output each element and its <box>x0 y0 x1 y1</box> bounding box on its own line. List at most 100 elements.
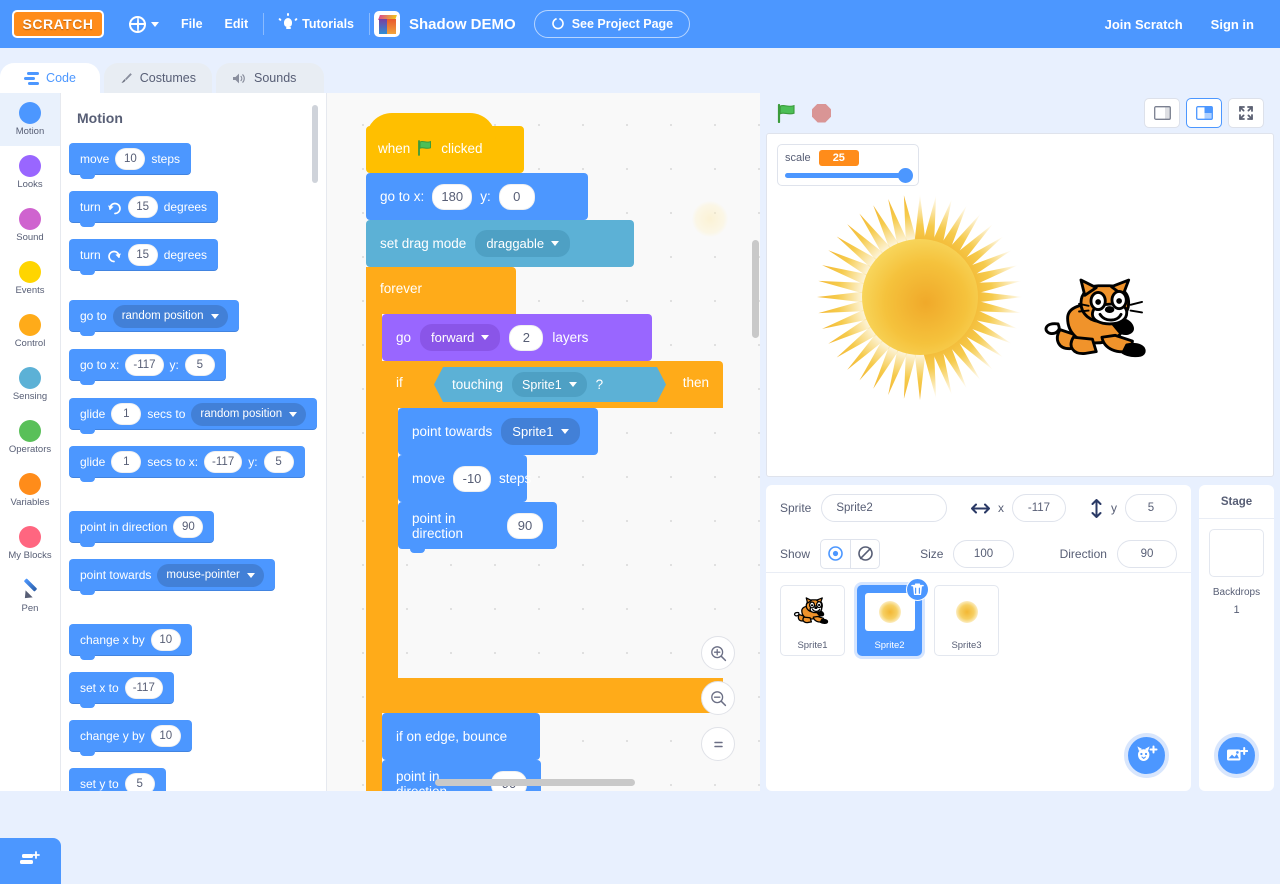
block-if-header[interactable]: if touching Sprite1 ? then <box>382 361 723 408</box>
block-input-x[interactable]: 180 <box>432 183 473 210</box>
workspace-horizontal-scrollbar[interactable] <box>435 779 635 786</box>
language-selector[interactable] <box>118 0 170 48</box>
block-input-y[interactable]: 0 <box>498 183 535 210</box>
palette-block-turn-right[interactable]: turn 15 degrees <box>69 191 219 227</box>
block-dropdown-point-target[interactable]: Sprite1 <box>501 418 580 445</box>
delete-sprite-button[interactable] <box>906 578 929 601</box>
block-point-in-direction-outer[interactable]: point in direction 90 <box>382 760 541 791</box>
tab-sounds[interactable]: Sounds <box>216 63 324 93</box>
block-dropdown-layer-direction[interactable]: forward <box>420 324 501 351</box>
zoom-in-button[interactable] <box>701 636 735 670</box>
block-input-dx[interactable]: 10 <box>150 629 181 651</box>
sprite-size-input[interactable]: 100 <box>953 539 1014 568</box>
block-input-degrees[interactable]: 15 <box>127 244 158 266</box>
palette-block-point-towards[interactable]: point towards mouse-pointer <box>69 559 275 595</box>
menu-file[interactable]: File <box>170 0 214 48</box>
category-events[interactable]: Events <box>0 252 60 305</box>
sprite-card-sprite2[interactable]: Sprite2 <box>857 578 929 656</box>
category-control[interactable]: Control <box>0 305 60 358</box>
block-forever-left-arm[interactable] <box>366 267 382 791</box>
block-input-direction[interactable]: 90 <box>173 516 204 538</box>
block-input-dy[interactable]: 10 <box>150 725 181 747</box>
block-forever-header[interactable]: forever <box>366 267 516 314</box>
sprite-direction-input[interactable]: 90 <box>1116 539 1178 568</box>
palette-block-change-y[interactable]: change y by 10 <box>69 720 192 756</box>
block-input-steps[interactable]: -10 <box>453 465 492 492</box>
stage-backdrop-thumb[interactable] <box>1209 529 1264 577</box>
monitor-slider[interactable] <box>785 168 913 183</box>
tab-costumes[interactable]: Costumes <box>104 63 212 93</box>
block-palette[interactable]: Motion move 10 steps turn 15 degrees tur… <box>61 93 326 791</box>
sprite-card-sprite1[interactable]: Sprite1 <box>780 585 845 656</box>
variable-monitor-scale[interactable]: scale 25 <box>777 144 919 186</box>
block-if-left-arm[interactable] <box>382 361 398 713</box>
block-go-layers[interactable]: go forward 2 layers <box>382 314 652 365</box>
block-point-towards[interactable]: point towards Sprite1 <box>398 408 598 459</box>
scratch-logo[interactable]: SCRATCH <box>12 10 104 38</box>
palette-block-point-in-direction[interactable]: point in direction 90 <box>69 511 215 547</box>
block-go-to-xy[interactable]: go to x: 180 y: 0 <box>366 173 588 224</box>
sprite-y-input[interactable]: 5 <box>1125 494 1177 523</box>
palette-block-move[interactable]: move 10 steps <box>69 143 192 179</box>
palette-block-set-x[interactable]: set x to -117 <box>69 672 174 708</box>
palette-block-glide-to[interactable]: glide 1 secs to random position <box>69 398 318 434</box>
hide-sprite-button[interactable] <box>850 539 879 568</box>
category-sound[interactable]: Sound <box>0 199 60 252</box>
block-touching-predicate[interactable]: touching Sprite1 ? <box>434 367 666 402</box>
sprite-card-sprite3[interactable]: Sprite3 <box>934 585 999 656</box>
category-my-blocks[interactable]: My Blocks <box>0 517 60 570</box>
block-dropdown-touching-target[interactable]: Sprite1 <box>512 372 587 397</box>
sun-sprite[interactable] <box>817 194 1023 400</box>
add-backdrop-button[interactable] <box>1214 733 1259 778</box>
block-if-footer[interactable] <box>382 678 723 713</box>
fullscreen-button[interactable] <box>1228 98 1264 128</box>
slider-thumb[interactable] <box>898 168 913 183</box>
category-operators[interactable]: Operators <box>0 411 60 464</box>
block-input-y[interactable]: 5 <box>263 451 294 473</box>
tab-code[interactable]: Code <box>0 63 100 93</box>
small-stage-button[interactable] <box>1144 98 1180 128</box>
join-scratch-button[interactable]: Join Scratch <box>1091 0 1197 48</box>
block-input-y[interactable]: 5 <box>184 354 215 376</box>
menu-tutorials[interactable]: Tutorials <box>268 0 365 48</box>
add-sprite-button[interactable] <box>1124 733 1169 778</box>
block-point-in-direction-inner[interactable]: point in direction 90 <box>398 502 557 553</box>
sprite-x-input[interactable]: -117 <box>1012 494 1066 523</box>
sprite-name-input[interactable]: Sprite2 <box>821 494 947 523</box>
palette-scrollbar[interactable] <box>312 105 318 183</box>
block-input-degrees[interactable]: 15 <box>127 196 158 218</box>
block-dropdown-target[interactable]: random position <box>112 304 228 328</box>
block-input-direction[interactable]: 90 <box>507 512 543 539</box>
block-input-secs[interactable]: 1 <box>111 403 142 425</box>
add-extension-button[interactable] <box>0 838 61 884</box>
palette-block-go-to-xy[interactable]: go to x: -117 y: 5 <box>69 349 226 385</box>
block-move-steps[interactable]: move -10 steps <box>398 455 531 506</box>
block-input-layers[interactable]: 2 <box>509 324 544 351</box>
category-motion[interactable]: Motion <box>0 93 60 146</box>
workspace-vertical-scrollbar[interactable] <box>752 240 759 338</box>
code-workspace[interactable]: when clicked go to x: 180 y: 0 set drag … <box>326 93 760 791</box>
block-input-x[interactable]: -117 <box>204 451 243 473</box>
category-sensing[interactable]: Sensing <box>0 358 60 411</box>
block-input-secs[interactable]: 1 <box>111 451 142 473</box>
zoom-reset-button[interactable] <box>701 727 735 761</box>
menu-edit[interactable]: Edit <box>214 0 260 48</box>
palette-block-turn-left[interactable]: turn 15 degrees <box>69 239 219 275</box>
large-stage-button[interactable] <box>1186 98 1222 128</box>
block-dropdown-target[interactable]: random position <box>191 402 307 426</box>
stage-canvas[interactable]: scale 25 <box>766 133 1274 477</box>
block-input-steps[interactable]: 10 <box>115 148 146 170</box>
block-set-drag-mode[interactable]: set drag mode draggable <box>366 220 634 271</box>
palette-block-go-to[interactable]: go to random position <box>69 300 239 336</box>
see-project-page-button[interactable]: See Project Page <box>533 10 691 38</box>
category-looks[interactable]: Looks <box>0 146 60 199</box>
stop-button[interactable] <box>812 103 831 123</box>
block-input-x[interactable]: -117 <box>125 354 164 376</box>
category-pen[interactable]: Pen <box>0 570 60 623</box>
block-dropdown-target[interactable]: mouse-pointer <box>157 563 264 587</box>
green-flag-button[interactable] <box>776 103 798 124</box>
block-if-on-edge-bounce[interactable]: if on edge, bounce <box>382 713 540 764</box>
block-dropdown-drag-mode[interactable]: draggable <box>475 230 571 257</box>
category-variables[interactable]: Variables <box>0 464 60 517</box>
block-input-x[interactable]: -117 <box>124 677 163 699</box>
